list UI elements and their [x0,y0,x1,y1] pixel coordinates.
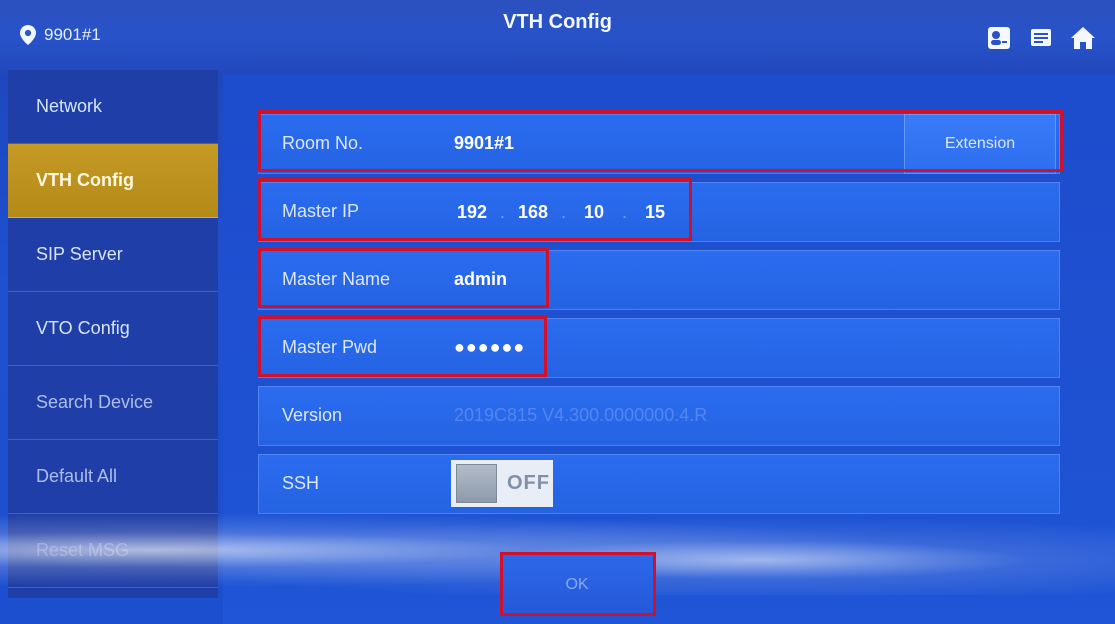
ssh-row: SSH OFF [258,454,1060,514]
ssh-toggle-knob [456,464,497,503]
home-icon[interactable] [1069,24,1097,52]
room-number-highlight [258,110,1063,172]
master-name-highlight [258,248,549,308]
top-icons [985,24,1097,52]
sidebar-item-label: Reset MSG [36,540,130,560]
sidebar-item-vto-config[interactable]: VTO Config [8,292,218,366]
contacts-icon[interactable] [985,24,1013,52]
sidebar-item-label: VTO Config [36,318,130,338]
sidebar-item-label: Search Device [36,392,154,412]
version-label: Version [282,405,343,425]
sidebar-item-default-all[interactable]: Default All [8,440,218,514]
sidebar-item-vth-config[interactable]: VTH Config [8,144,218,218]
messages-icon[interactable] [1027,24,1055,52]
sidebar-item-reset-msg[interactable]: Reset MSG [8,514,218,588]
sidebar-menu: Network VTH Config SIP Server VTO Config… [8,70,218,598]
sidebar-item-search-device[interactable]: Search Device [8,366,218,440]
top-bar: 9901#1 VTH Config [0,0,1115,74]
sidebar-item-label: Default All [36,466,118,486]
master-password-highlight [258,316,547,377]
ssh-label: SSH [282,473,320,493]
version-row: Version 2019C815 V4.300.0000000.4.R [258,386,1060,446]
ssh-toggle[interactable]: OFF [451,460,553,507]
screen: 9901#1 VTH Config Network VTH Config SIP… [0,0,1115,624]
sidebar-item-network[interactable]: Network [8,70,218,144]
sidebar-item-label: SIP Server [36,244,123,264]
ok-button-highlight [500,552,656,616]
ssh-toggle-state: OFF [507,472,550,494]
version-value: 2019C815 V4.300.0000000.4.R [454,405,708,425]
sidebar-item-sip-server[interactable]: SIP Server [8,218,218,292]
sidebar-item-label: VTH Config [36,170,134,190]
master-ip-highlight [258,178,692,241]
sidebar-item-label: Network [36,96,103,116]
page-title: VTH Config [503,11,612,33]
